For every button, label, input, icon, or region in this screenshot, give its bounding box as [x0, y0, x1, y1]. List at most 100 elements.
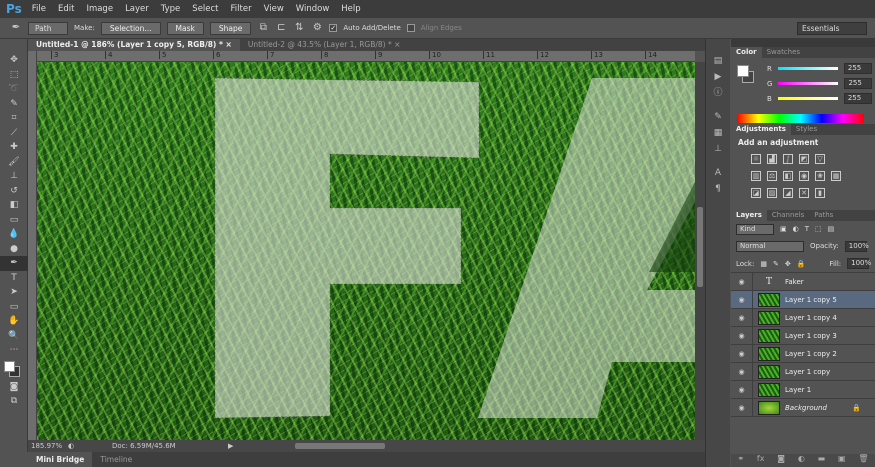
- align-edges-checkbox[interactable]: [406, 24, 415, 32]
- eye-icon[interactable]: ◉: [731, 272, 753, 291]
- tab-timeline[interactable]: Timeline: [92, 452, 140, 467]
- fill-input[interactable]: 100%: [847, 258, 871, 269]
- lasso-tool-icon[interactable]: ➰: [0, 82, 28, 97]
- quick-mask-icon[interactable]: ◙: [0, 380, 28, 395]
- layer-row[interactable]: ◉ Layer 1 copy: [731, 362, 875, 381]
- eye-icon[interactable]: ◉: [731, 380, 753, 399]
- history-icon[interactable]: ▤: [706, 53, 730, 69]
- tab-swatches[interactable]: Swatches: [762, 47, 805, 58]
- opacity-input[interactable]: 100%: [844, 240, 869, 252]
- shape-button[interactable]: Shape: [209, 21, 252, 35]
- invert-icon[interactable]: ◪: [751, 187, 761, 198]
- vibrance-icon[interactable]: ▽: [815, 153, 825, 164]
- tab-mini-bridge[interactable]: Mini Bridge: [28, 452, 93, 467]
- path-select-tool-icon[interactable]: ➤: [0, 285, 28, 300]
- stamp-tool-icon[interactable]: ⊥: [0, 169, 28, 184]
- close-icon[interactable]: ×: [394, 40, 400, 49]
- new-adjustment-icon[interactable]: ◐: [798, 454, 805, 467]
- levels-icon[interactable]: ▟: [767, 153, 777, 164]
- eye-icon[interactable]: ◉: [731, 326, 753, 345]
- menu-type[interactable]: Type: [161, 4, 181, 14]
- filter-smart-object-icon[interactable]: ▤: [828, 225, 835, 233]
- menu-help[interactable]: Help: [341, 4, 360, 14]
- zoom-level[interactable]: 185.97%: [28, 442, 68, 450]
- lock-all-icon[interactable]: 🔒: [797, 260, 806, 268]
- filter-shape-icon[interactable]: ⬚: [815, 225, 822, 233]
- brush-tool-icon[interactable]: 🖌: [0, 155, 28, 170]
- g-slider[interactable]: [778, 82, 839, 85]
- eyedropper-tool-icon[interactable]: ⟋: [0, 126, 28, 141]
- auto-add-delete-checkbox[interactable]: ✓: [329, 24, 338, 32]
- selection-button[interactable]: Selection...: [100, 21, 161, 35]
- menu-view[interactable]: View: [264, 4, 284, 14]
- new-layer-icon[interactable]: ▣: [838, 454, 846, 467]
- r-value[interactable]: 255: [843, 63, 872, 74]
- pen-tool-icon[interactable]: ✒: [10, 22, 22, 34]
- marquee-tool-icon[interactable]: ⬚: [0, 68, 28, 83]
- actions-icon[interactable]: ▶: [706, 69, 730, 85]
- gradient-tool-icon[interactable]: ▭: [0, 213, 28, 228]
- hue-saturation-icon[interactable]: ▥: [751, 170, 761, 181]
- gear-icon[interactable]: ⚙: [311, 22, 323, 34]
- g-value[interactable]: 255: [844, 78, 873, 89]
- eye-icon[interactable]: ◉: [731, 290, 753, 309]
- character-icon[interactable]: A: [706, 165, 730, 181]
- lock-position-icon[interactable]: ✥: [785, 260, 791, 268]
- type-tool-icon[interactable]: T: [0, 271, 28, 286]
- status-menu-arrow-icon[interactable]: ▶: [228, 442, 233, 450]
- hand-tool-icon[interactable]: ✋: [0, 314, 28, 329]
- b-slider[interactable]: [777, 97, 838, 100]
- eraser-tool-icon[interactable]: ◧: [0, 198, 28, 213]
- quick-select-tool-icon[interactable]: ✎: [0, 97, 28, 112]
- color-lookup-icon[interactable]: ▦: [831, 170, 841, 181]
- clone-source-icon[interactable]: ⊥: [706, 141, 730, 157]
- tab-adjustments[interactable]: Adjustments: [731, 124, 791, 135]
- filter-adjustment-icon[interactable]: ◐: [793, 225, 799, 233]
- layer-row[interactable]: ◉ Layer 1 copy 5: [731, 290, 875, 309]
- tab-untitled-1[interactable]: Untitled-1 @ 186% (Layer 1 copy 5, RGB/8…: [28, 39, 240, 51]
- canvas[interactable]: [37, 62, 695, 440]
- selective-color-icon[interactable]: ✕: [799, 187, 809, 198]
- menu-window[interactable]: Window: [296, 4, 330, 14]
- menu-file[interactable]: File: [32, 4, 46, 14]
- mode-select[interactable]: Path: [28, 21, 68, 35]
- threshold-icon[interactable]: ◢: [783, 187, 793, 198]
- tab-layers[interactable]: Layers: [731, 210, 767, 221]
- menu-image[interactable]: Image: [86, 4, 113, 14]
- color-balance-icon[interactable]: ⚖: [767, 170, 777, 181]
- screen-mode-icon[interactable]: ⧉: [0, 394, 28, 409]
- share-icon[interactable]: ◐: [68, 442, 82, 450]
- foreground-background-colors[interactable]: [0, 358, 27, 380]
- layer-row[interactable]: ◉ T Faker: [731, 272, 875, 291]
- exposure-icon[interactable]: ◩: [799, 153, 809, 164]
- layer-row[interactable]: ◉ Background 🔒: [731, 398, 875, 417]
- shape-tool-icon[interactable]: ▭: [0, 300, 28, 315]
- menu-filter[interactable]: Filter: [231, 4, 252, 14]
- channel-mixer-icon[interactable]: ❀: [815, 170, 825, 181]
- brush-presets-icon[interactable]: ▦: [706, 125, 730, 141]
- curves-icon[interactable]: ∫: [783, 153, 793, 164]
- path-operations-icon[interactable]: ⧉: [257, 22, 269, 34]
- new-group-icon[interactable]: ▬: [818, 454, 826, 467]
- trash-icon[interactable]: 🗑: [858, 454, 868, 467]
- blur-tool-icon[interactable]: 💧: [0, 227, 28, 242]
- lock-pixels-icon[interactable]: ✎: [773, 260, 779, 268]
- layer-row[interactable]: ◉ Layer 1 copy 4: [731, 308, 875, 327]
- move-tool-icon[interactable]: ✥: [0, 53, 28, 68]
- fx-icon[interactable]: fx: [757, 454, 765, 467]
- dodge-tool-icon[interactable]: ●: [0, 242, 28, 257]
- brush-icon[interactable]: ✎: [706, 109, 730, 125]
- lock-transparent-icon[interactable]: ▦: [760, 260, 767, 268]
- link-layers-icon[interactable]: ⚭: [737, 454, 744, 467]
- path-alignment-icon[interactable]: ⊏: [275, 22, 287, 34]
- horizontal-scrollbar[interactable]: [295, 443, 385, 449]
- foreground-color-swatch[interactable]: [737, 65, 749, 77]
- properties-icon[interactable]: ⓘ: [706, 85, 730, 101]
- zoom-tool-icon[interactable]: 🔍: [0, 329, 28, 344]
- workspace-select[interactable]: Essentials: [797, 22, 867, 35]
- filter-pixel-icon[interactable]: ▣: [780, 225, 787, 233]
- eye-icon[interactable]: ◉: [731, 362, 753, 381]
- menu-edit[interactable]: Edit: [58, 4, 74, 14]
- tab-paths[interactable]: Paths: [809, 210, 838, 221]
- layer-row[interactable]: ◉ Layer 1: [731, 380, 875, 399]
